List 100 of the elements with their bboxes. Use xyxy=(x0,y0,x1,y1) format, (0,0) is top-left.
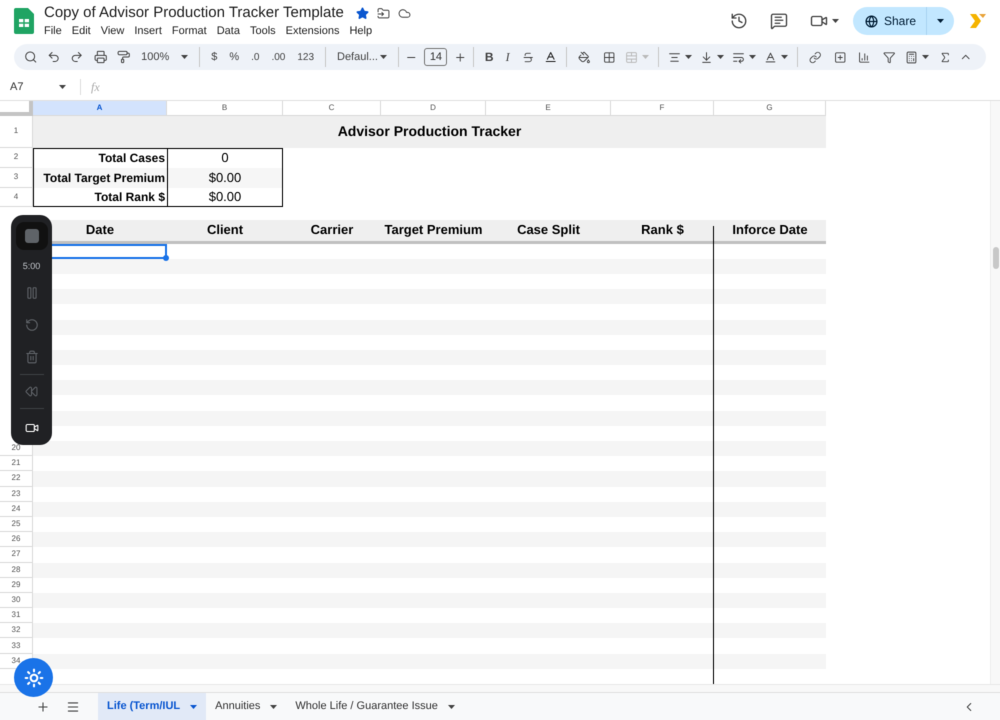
menu-item[interactable]: Insert xyxy=(134,23,162,39)
row-number[interactable]: 25 xyxy=(12,518,20,530)
vertical-scrollbar[interactable] xyxy=(990,101,1000,684)
horizontal-scrollbar[interactable] xyxy=(0,684,1000,692)
rewind-icon[interactable] xyxy=(25,384,38,398)
menu-item[interactable]: Edit xyxy=(72,23,91,39)
fill-color-icon[interactable] xyxy=(578,50,591,64)
all-sheets-icon[interactable] xyxy=(66,700,80,714)
row-number[interactable]: 4 xyxy=(14,190,18,203)
row-number[interactable]: 28 xyxy=(12,564,20,576)
wrap-icon[interactable] xyxy=(732,50,746,64)
filter-icon[interactable] xyxy=(882,50,896,64)
sheets-logo-icon[interactable] xyxy=(14,8,34,34)
column-header[interactable]: D xyxy=(381,101,486,116)
chart-icon[interactable] xyxy=(858,50,871,64)
borders-icon[interactable] xyxy=(602,50,616,64)
history-icon[interactable] xyxy=(730,12,748,30)
summary-value: 0 xyxy=(167,148,283,168)
caret-icon xyxy=(717,55,724,59)
name-box[interactable]: A7 xyxy=(10,78,70,96)
menu-item[interactable]: Data xyxy=(216,23,240,39)
caret-icon xyxy=(181,55,188,59)
row-number[interactable]: 34 xyxy=(12,654,20,667)
increase-decimal-button[interactable]: .00 xyxy=(266,46,290,68)
zoom-dropdown[interactable]: 100% xyxy=(136,46,194,68)
sigma-icon[interactable] xyxy=(939,50,952,64)
column-header[interactable]: E xyxy=(486,101,611,116)
sheet-tab[interactable]: Annuities xyxy=(206,693,286,720)
caret-icon xyxy=(937,19,944,23)
row-number[interactable]: 33 xyxy=(12,640,20,652)
cloud-icon[interactable] xyxy=(398,6,411,20)
column-header[interactable]: B xyxy=(167,101,283,116)
document-title[interactable]: Copy of Advisor Production Tracker Template xyxy=(44,3,344,23)
folder-icon[interactable] xyxy=(376,6,390,20)
restart-icon[interactable] xyxy=(24,318,38,332)
menu-item[interactable]: View xyxy=(100,23,124,39)
row-number[interactable]: 29 xyxy=(12,578,20,591)
column-header[interactable]: C xyxy=(283,101,381,116)
bold-button[interactable]: B xyxy=(480,46,499,68)
row-number[interactable]: 3 xyxy=(14,171,18,184)
row-number[interactable]: 30 xyxy=(12,594,20,606)
search-icon[interactable] xyxy=(24,50,38,64)
number-format-button[interactable]: 123 xyxy=(292,46,320,68)
row-number[interactable]: 20 xyxy=(12,442,20,454)
summary-label: Total Rank $ xyxy=(33,188,167,207)
italic-button[interactable]: I xyxy=(500,46,515,68)
row-number[interactable]: 23 xyxy=(12,488,20,500)
menu-item[interactable]: File xyxy=(44,23,62,39)
row-number[interactable]: 24 xyxy=(12,502,20,515)
link-icon[interactable] xyxy=(809,50,822,64)
text-color-icon[interactable] xyxy=(544,50,558,64)
column-title: Inforce Date xyxy=(714,220,826,244)
column-header[interactable]: A xyxy=(33,101,167,116)
row-number[interactable]: 1 xyxy=(14,125,18,138)
caret-icon xyxy=(642,55,650,59)
row-number[interactable]: 27 xyxy=(12,548,20,560)
row-number[interactable]: 22 xyxy=(12,472,20,484)
row-number[interactable]: 26 xyxy=(12,533,20,546)
caret-icon xyxy=(270,704,278,708)
add-sheet-icon[interactable] xyxy=(36,700,50,714)
undo-icon[interactable] xyxy=(47,50,61,64)
menu-item[interactable]: Extensions xyxy=(286,23,340,39)
column-header[interactable]: F xyxy=(611,101,714,116)
print-icon[interactable] xyxy=(94,50,107,64)
row-number[interactable]: 32 xyxy=(12,624,20,636)
calculator-icon[interactable] xyxy=(905,50,918,64)
summary-label: Total Cases xyxy=(33,148,167,168)
currency-button[interactable]: $ xyxy=(206,46,222,68)
strikethrough-icon[interactable] xyxy=(522,50,534,64)
percent-button[interactable]: % xyxy=(224,46,244,68)
comment-icon[interactable] xyxy=(770,12,788,30)
delete-icon[interactable] xyxy=(24,350,38,364)
summary-value: $0.00 xyxy=(167,188,283,207)
pause-icon[interactable] xyxy=(24,286,38,300)
decrease-decimal-button[interactable]: .0 xyxy=(246,46,264,68)
star-icon[interactable] xyxy=(356,6,369,20)
caret-icon xyxy=(190,704,198,708)
column-title: Carrier xyxy=(283,220,381,244)
redo-icon[interactable] xyxy=(70,50,84,64)
stop-button[interactable] xyxy=(16,222,48,250)
row-number[interactable]: 2 xyxy=(14,151,18,164)
sheet-tab[interactable]: Whole Life / Guarantee Issue xyxy=(286,693,464,720)
paint-format-icon[interactable] xyxy=(116,50,130,64)
align-icon[interactable] xyxy=(668,50,682,64)
caret-icon xyxy=(781,55,788,59)
column-header[interactable]: G xyxy=(714,101,826,116)
font-size-field[interactable]: 14 xyxy=(424,48,448,66)
sheet-tab[interactable]: Life (Term/IUL xyxy=(98,693,206,720)
column-title: Case Split xyxy=(486,220,611,244)
sun-icon xyxy=(24,668,44,688)
plus-icon[interactable] xyxy=(454,50,467,64)
menu-item[interactable]: Tools xyxy=(250,23,276,39)
font-dropdown[interactable]: Defaul... xyxy=(332,46,392,68)
menu-item[interactable]: Help xyxy=(349,23,372,39)
row-number[interactable]: 31 xyxy=(12,609,20,622)
menu-item[interactable]: Format xyxy=(172,23,207,39)
comment-add-icon[interactable] xyxy=(834,50,846,64)
vertical-align-icon[interactable] xyxy=(700,50,714,64)
row-number[interactable]: 21 xyxy=(12,457,20,470)
caret-icon xyxy=(380,55,387,59)
